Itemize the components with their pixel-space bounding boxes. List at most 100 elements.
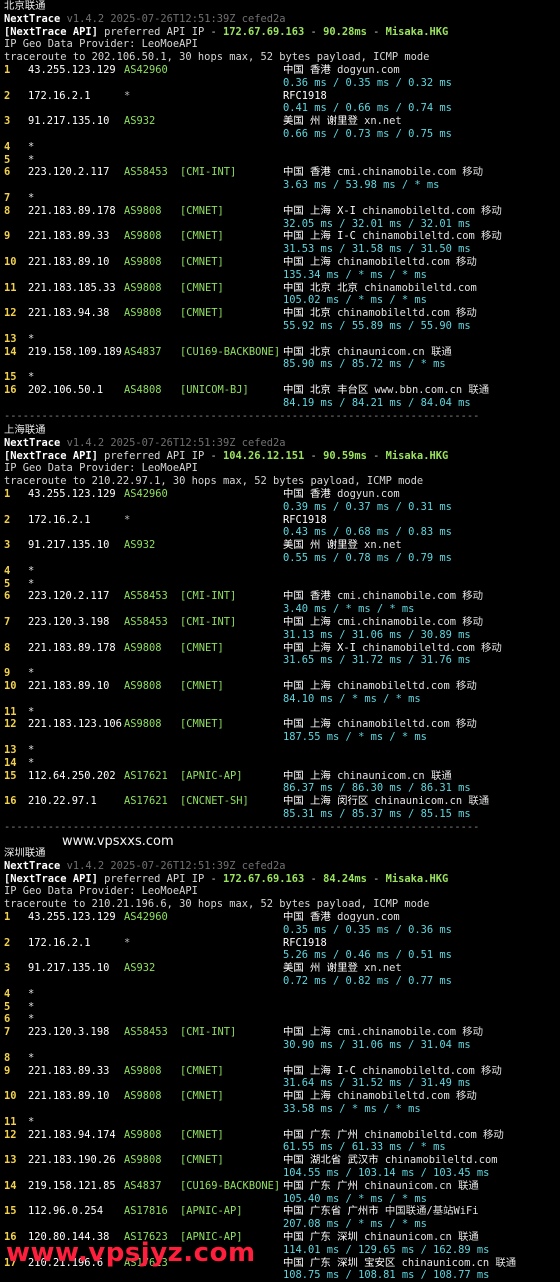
hop-number: 3 — [4, 539, 11, 552]
api-node: Misaka.HKG — [385, 872, 449, 885]
hop-ip: 43.255.123.129 — [28, 64, 116, 76]
hop-isp: 移动 — [462, 166, 483, 179]
nexttrace-banner: NextTrace v1.4.2 2025-07-26T12:51:39Z ce… — [4, 860, 286, 873]
hop-rtt: 207.08 ms / * ms / * ms — [283, 1218, 427, 1231]
app-name: NextTrace — [4, 436, 61, 449]
hop-asn: * — [124, 936, 131, 949]
hop-geo: 美国 州 谢里登 xn.net — [283, 115, 402, 128]
hop-rtt: 85.90 ms / 85.72 ms / * ms — [283, 358, 446, 371]
hop-asn: AS4837 — [124, 345, 162, 358]
hop-asn: AS9808 — [124, 204, 162, 217]
watermark-large: www.vpsjyz.com — [6, 1238, 256, 1268]
hop-number: 1 — [4, 488, 11, 500]
api-line: [NextTrace API] preferred API IP - 104.2… — [4, 449, 449, 462]
hop-asn: AS42960 — [124, 64, 168, 76]
hop-number: 9 — [4, 230, 11, 243]
hop-timeout: * — [28, 987, 35, 1000]
hop-timeout: * — [28, 756, 35, 769]
hop-number: 5 — [4, 153, 11, 166]
hop-ip: 172.16.2.1 — [28, 513, 91, 526]
hop-domain: chinamobileltd.com — [362, 204, 475, 217]
hop-domain: chinamobileltd.com — [384, 1154, 498, 1167]
traceroute-command: traceroute to 210.21.196.6, 30 hops max,… — [4, 898, 430, 911]
hop-number: 9 — [4, 667, 11, 680]
hop-geo: 中国 上海 chinamobileltd.com 移动 — [283, 1090, 477, 1103]
hop-ip: 202.106.50.1 — [28, 384, 104, 396]
api-latency: 84.24ms — [323, 872, 367, 885]
hop-location: 中国 广东 广州 — [283, 1128, 358, 1141]
hop-number: 3 — [4, 962, 11, 975]
geo-provider: IP Geo Data Provider: LeoMoeAPI — [4, 885, 198, 898]
hop-number: 4 — [4, 564, 11, 577]
section-title: 北京联通 — [4, 0, 46, 12]
hop-geo: 中国 广东 广州 chinaunicom.cn 联通 — [283, 1180, 479, 1193]
hop-location: 中国 上海 — [283, 256, 331, 268]
hop-number: 7 — [4, 616, 11, 628]
hop-geo: 中国 上海 chinamobileltd.com 移动 — [283, 256, 477, 269]
hop-location: 中国 上海 — [283, 769, 331, 782]
hop-domain: xn.net — [364, 539, 402, 552]
hop-number: 6 — [4, 590, 11, 603]
hop-asn: AS17621 — [124, 769, 168, 782]
hop-asn: AS58453 — [124, 616, 168, 628]
hop-geo: 中国 上海 X-I chinamobileltd.com 移动 — [283, 642, 502, 655]
hop-tag: [CMI-INT] — [180, 1026, 237, 1039]
hop-geo: 中国 上海 I-C chinamobileltd.com 移动 — [283, 230, 502, 243]
hop-number: 2 — [4, 513, 11, 526]
hop-domain: chinaunicom.cn — [337, 769, 425, 782]
hop-domain: chinamobileltd.com — [337, 680, 450, 692]
hop-geo: 中国 香港 cmi.chinamobile.com 移动 — [283, 590, 483, 603]
hop-timeout: * — [28, 192, 35, 204]
hop-tag: [UNICOM-BJ] — [180, 384, 249, 396]
hop-asn: AS58453 — [124, 1026, 168, 1039]
traceroute-command: traceroute to 210.22.97.1, 30 hops max, … — [4, 475, 424, 488]
hop-tag: [CMNET] — [180, 307, 224, 320]
hop-location: 中国 上海 X-I — [283, 204, 356, 217]
hop-ip: 223.120.2.117 — [28, 590, 110, 603]
hop-domain: chinaunicom.cn — [374, 795, 463, 808]
hop-ip: 221.183.89.10 — [28, 256, 110, 268]
hop-geo: RFC1918 — [283, 937, 327, 950]
hop-rtt: 0.43 ms / 0.68 ms / 0.83 ms — [283, 526, 452, 539]
hop-isp: 移动 — [455, 307, 477, 320]
api-ip: 104.26.12.151 — [222, 449, 305, 462]
hop-isp: 移动 — [462, 616, 483, 628]
hop-geo: 中国 北京 chinamobileltd.com 移动 — [283, 307, 477, 320]
hop-tag: [CMNET] — [180, 204, 224, 217]
hop-domain: www.bbn.com.cn — [374, 384, 463, 396]
hop-number: 12 — [4, 1128, 17, 1141]
hop-rtt: 0.35 ms / 0.35 ms / 0.36 ms — [283, 923, 452, 936]
hop-asn: * — [124, 89, 131, 102]
geo-provider: IP Geo Data Provider: LeoMoeAPI — [4, 462, 198, 475]
hop-rtt: 0.55 ms / 0.78 ms / 0.79 ms — [283, 552, 452, 564]
hop-location: 中国 上海 I-C — [283, 230, 356, 243]
hop-number: 10 — [4, 680, 17, 692]
hop-number: 9 — [4, 1064, 11, 1077]
hop-location: 中国 广东省 广州市 — [283, 1205, 379, 1218]
hop-asn: AS17816 — [124, 1205, 168, 1218]
hop-asn: AS58453 — [124, 166, 168, 179]
hop-location: 中国 广东 深圳 — [283, 1231, 358, 1243]
hop-number: 13 — [4, 1154, 17, 1167]
hop-isp: 联通 — [430, 769, 452, 782]
hop-geo: 中国 上海 闵行区 chinaunicom.cn 联通 — [283, 795, 489, 808]
hop-asn: AS9808 — [124, 256, 162, 268]
hop-rtt: 61.55 ms / 61.33 ms / * ms — [283, 1141, 446, 1154]
hop-rtt: 105.40 ms / * ms / * ms — [283, 1192, 427, 1205]
hop-number: 8 — [4, 1051, 11, 1064]
hop-domain: chinamobileltd.com — [362, 230, 475, 243]
hop-ip: 210.22.97.1 — [28, 795, 97, 808]
hop-isp: 移动 — [480, 230, 502, 243]
hop-rtt: 85.31 ms / 85.37 ms / 85.15 ms — [283, 808, 471, 820]
hop-location: 中国 上海 X-I — [283, 641, 356, 654]
hop-tag: [CU169-BACKBONE] — [180, 345, 281, 358]
hop-tag: [CMNET] — [180, 256, 224, 268]
hop-rtt: 31.53 ms / 31.58 ms / 31.50 ms — [283, 243, 471, 256]
hop-asn: AS42960 — [124, 488, 168, 500]
hop-rtt: 0.72 ms / 0.82 ms / 0.77 ms — [283, 975, 452, 987]
hop-timeout: * — [28, 140, 35, 153]
hop-tag: [CMNET] — [180, 680, 224, 692]
hop-domain: dogyun.com — [337, 488, 400, 500]
section-title: 上海联通 — [4, 424, 46, 436]
hop-location: 中国 广东 深圳 宝安区 — [283, 1256, 396, 1269]
